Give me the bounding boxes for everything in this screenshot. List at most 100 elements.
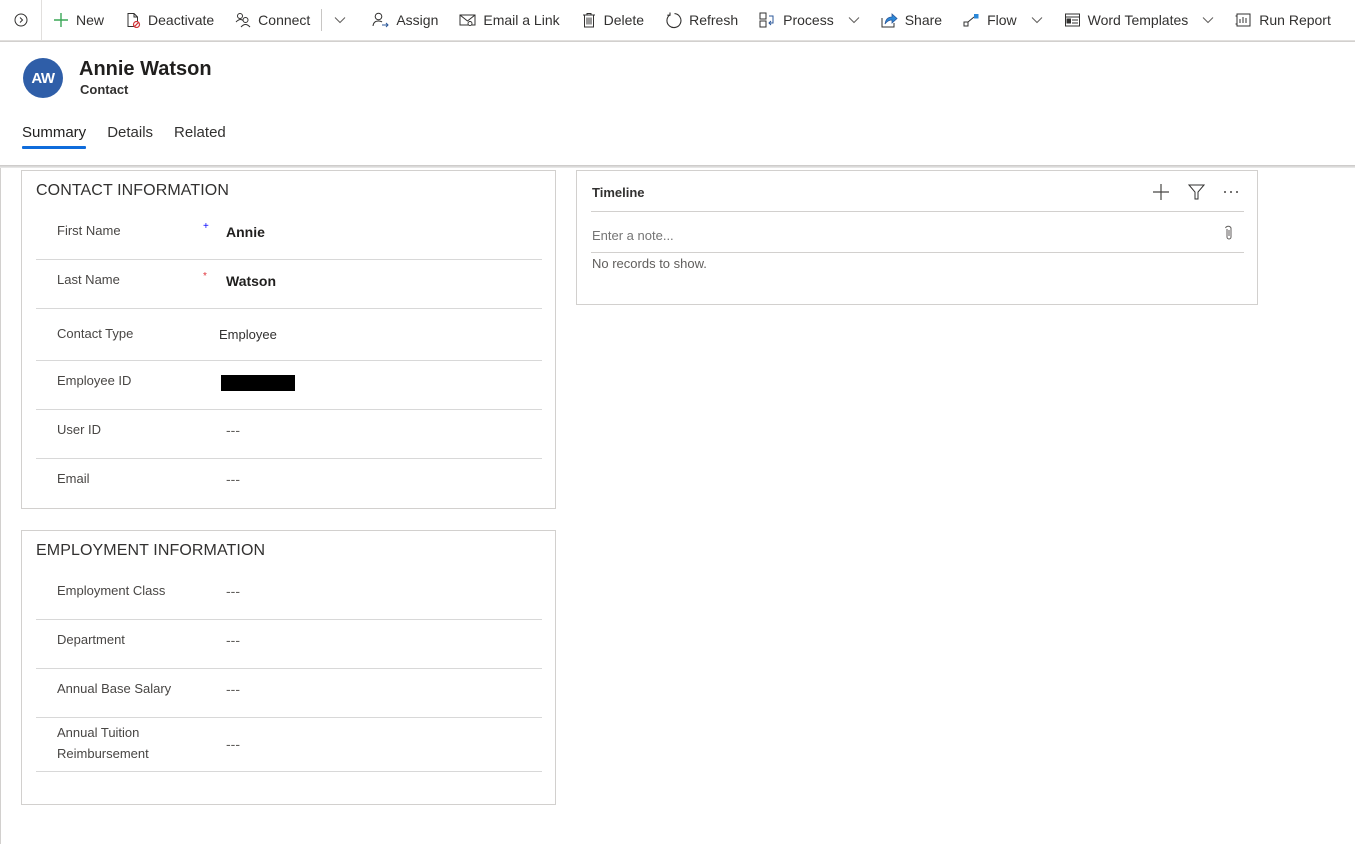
email-link-icon: [459, 14, 476, 26]
field-user-id: User ID ---: [36, 410, 542, 459]
word-templates-label: Word Templates: [1087, 12, 1189, 28]
trash-icon: [582, 13, 595, 28]
process-button[interactable]: Process: [747, 0, 869, 41]
share-label: Share: [904, 12, 943, 28]
field-annual-tuition-reimbursement: Annual Tuition Reimbursement ---: [36, 718, 542, 772]
chevron-down-icon: [1202, 17, 1214, 24]
field-label: Annual Tuition Reimbursement: [57, 725, 149, 761]
add-activity-button[interactable]: [1152, 183, 1170, 201]
tab-summary[interactable]: Summary: [22, 124, 87, 149]
required-icon: *: [203, 271, 207, 282]
attach-button[interactable]: [1225, 225, 1233, 246]
connect-button[interactable]: Connect: [223, 0, 319, 41]
field-contact-type: Contact Type Employee: [36, 309, 542, 361]
connect-split-divider: [321, 9, 323, 31]
flow-label: Flow: [987, 12, 1017, 28]
redacted-employee-id[interactable]: [221, 375, 295, 391]
last-name-value[interactable]: Watson: [226, 273, 276, 289]
field-annual-base-salary: Annual Base Salary ---: [36, 669, 542, 718]
section-title: CONTACT INFORMATION: [36, 182, 230, 199]
chevron-down-icon: [1031, 17, 1042, 24]
deactivate-button[interactable]: Deactivate: [113, 0, 223, 41]
chevron-down-icon: [848, 17, 860, 24]
more-icon: [1224, 191, 1238, 193]
form-tabs: Summary Details Related: [22, 124, 247, 149]
contact-information-section: CONTACT INFORMATION First Name + Annie L…: [21, 170, 556, 509]
field-label: Annual Base Salary: [57, 681, 172, 696]
field-label: Contact Type: [57, 326, 134, 341]
refresh-button[interactable]: Refresh: [653, 0, 747, 41]
chevron-circle-icon: [14, 13, 27, 27]
process-label: Process: [783, 12, 834, 28]
tab-related[interactable]: Related: [174, 124, 226, 149]
field-label: First Name: [57, 223, 121, 238]
share-button[interactable]: Share: [869, 0, 951, 41]
plus-icon: [54, 13, 68, 27]
field-label: User ID: [57, 422, 102, 437]
field-employment-class: Employment Class ---: [36, 571, 542, 620]
deactivate-icon: [127, 13, 141, 28]
field-label: Employment Class: [57, 583, 166, 598]
paperclip-icon: [1225, 225, 1232, 240]
email-link-button[interactable]: Email a Link: [447, 0, 568, 41]
record-title: Annie Watson: [79, 58, 212, 80]
expand-nav-button[interactable]: [0, 0, 42, 41]
delete-button[interactable]: Delete: [569, 0, 653, 41]
field-email: Email ---: [36, 459, 542, 508]
field-last-name: Last Name * Watson: [36, 260, 542, 309]
flow-button[interactable]: Flow: [951, 0, 1052, 41]
command-bar: New Deactivate Connect Assign Email a Li…: [0, 0, 1355, 41]
delete-label: Delete: [603, 12, 645, 28]
section-title: EMPLOYMENT INFORMATION: [36, 542, 266, 559]
new-label: New: [76, 12, 105, 28]
email-value[interactable]: ---: [226, 471, 240, 487]
more-options-button[interactable]: [1223, 190, 1239, 194]
filter-button[interactable]: [1188, 184, 1205, 200]
employment-information-section: EMPLOYMENT INFORMATION Employment Class …: [21, 530, 556, 805]
email-link-label: Email a Link: [483, 12, 560, 28]
connect-more-button[interactable]: [324, 0, 360, 41]
tab-details[interactable]: Details: [107, 124, 153, 149]
field-label: Email: [57, 471, 90, 486]
process-icon: [759, 12, 774, 28]
deactivate-label: Deactivate: [148, 12, 215, 28]
record-header: AW Annie Watson Contact Summary Details …: [0, 42, 1355, 166]
timeline-empty-text: No records to show.: [592, 256, 707, 271]
user-id-value[interactable]: ---: [226, 422, 240, 438]
timeline-panel: Timeline No records to show.: [576, 170, 1258, 305]
timeline-divider: [591, 252, 1244, 253]
header-divider: [0, 165, 1355, 168]
word-template-icon: [1064, 13, 1080, 27]
department-value[interactable]: ---: [226, 632, 240, 648]
annual-tuition-reimbursement-value[interactable]: ---: [226, 736, 240, 752]
timeline-title: Timeline: [592, 185, 645, 200]
note-input[interactable]: [592, 228, 1192, 243]
record-entity-type: Contact: [80, 82, 129, 97]
field-label: Last Name: [57, 272, 120, 287]
run-report-button[interactable]: Run Report: [1223, 0, 1340, 41]
avatar: AW: [23, 58, 63, 98]
run-report-label: Run Report: [1259, 12, 1331, 28]
employment-class-value[interactable]: ---: [226, 583, 240, 599]
first-name-value[interactable]: Annie: [226, 224, 265, 240]
field-label: Department: [57, 632, 125, 647]
flow-icon: [963, 14, 979, 27]
business-recommended-icon: +: [203, 221, 209, 232]
contact-type-value[interactable]: Employee: [219, 327, 277, 342]
field-employee-id: Employee ID: [36, 361, 542, 410]
refresh-label: Refresh: [689, 12, 739, 28]
report-icon: [1235, 13, 1251, 27]
assign-button[interactable]: Assign: [360, 0, 447, 41]
new-button[interactable]: New: [42, 0, 113, 41]
chevron-down-icon: [334, 17, 346, 24]
timeline-actions: [1134, 183, 1239, 201]
assign-label: Assign: [396, 12, 439, 28]
refresh-icon: [666, 12, 682, 28]
timeline-divider: [591, 211, 1244, 212]
plus-icon: [1153, 184, 1169, 200]
word-templates-button[interactable]: Word Templates: [1052, 0, 1224, 41]
annual-base-salary-value[interactable]: ---: [226, 681, 240, 697]
connect-label: Connect: [258, 12, 311, 28]
connect-icon: [235, 13, 251, 28]
share-icon: [881, 13, 898, 28]
